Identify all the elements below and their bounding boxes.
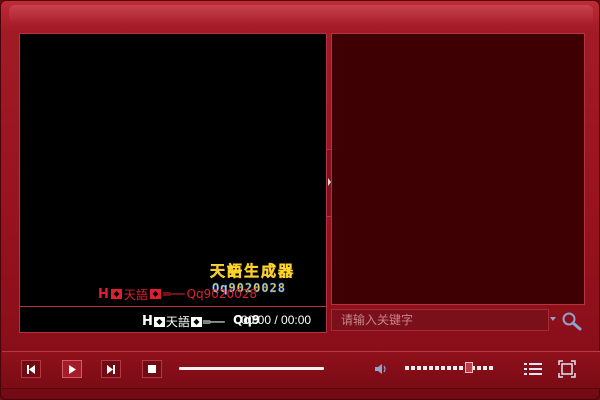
volume-slider[interactable]	[405, 362, 495, 373]
status-box-icon: ◆	[153, 316, 165, 327]
status-h-glyph: H	[142, 314, 153, 329]
volume-ticks	[405, 366, 495, 370]
logo-title: 天語生成器	[210, 262, 295, 280]
watermark-dash: ═──	[162, 287, 185, 301]
search-box[interactable]	[331, 309, 549, 331]
status-dash: ═──	[202, 314, 225, 329]
search-icon[interactable]	[561, 311, 583, 331]
control-bar	[2, 351, 600, 389]
watermark-box-icon: ◆	[110, 289, 122, 299]
status-watermark: H ◆ 天語 ◆ ═──	[142, 313, 225, 330]
title-bar-highlight	[9, 5, 593, 25]
skip-previous-icon	[27, 364, 35, 374]
play-button[interactable]	[62, 360, 82, 378]
video-display[interactable]: 天語生成器 Qq9020028 H ◆ 天語 ◆ ═── Qq9020028 H…	[19, 33, 327, 333]
search-dropdown-icon[interactable]	[550, 317, 556, 321]
playlist-panel[interactable]	[331, 33, 585, 305]
list-icon[interactable]	[524, 361, 542, 377]
watermark-mark-text: 天語	[123, 287, 148, 302]
seek-bar[interactable]	[179, 367, 324, 370]
search-input[interactable]	[339, 312, 548, 328]
status-mark-text: 天語	[165, 315, 190, 329]
status-box-icon-2: ◆	[190, 316, 202, 327]
stop-icon	[148, 365, 156, 373]
time-display: 00:00 / 00:00	[241, 313, 312, 327]
skip-next-icon	[107, 364, 115, 374]
play-icon	[69, 364, 76, 374]
video-watermark: H ◆ 天語 ◆ ═── Qq9020028	[98, 286, 258, 302]
next-button[interactable]	[101, 360, 121, 378]
stop-button[interactable]	[142, 360, 162, 378]
volume-knob[interactable]	[464, 362, 473, 373]
watermark-h-glyph: H	[98, 286, 109, 302]
seek-bar-fill	[179, 367, 324, 370]
player-window: 天語生成器 Qq9020028 H ◆ 天語 ◆ ═── Qq9020028 H…	[0, 0, 600, 400]
watermark-box-icon-2: ◆	[149, 289, 161, 299]
video-status-bar: H ◆ 天語 ◆ ═── Qq9 00:00 / 00:00	[20, 307, 326, 332]
watermark-text: Qq9020028	[186, 287, 258, 301]
speaker-icon[interactable]	[374, 362, 388, 376]
prev-button[interactable]	[21, 360, 41, 378]
fullscreen-icon[interactable]	[558, 360, 576, 378]
